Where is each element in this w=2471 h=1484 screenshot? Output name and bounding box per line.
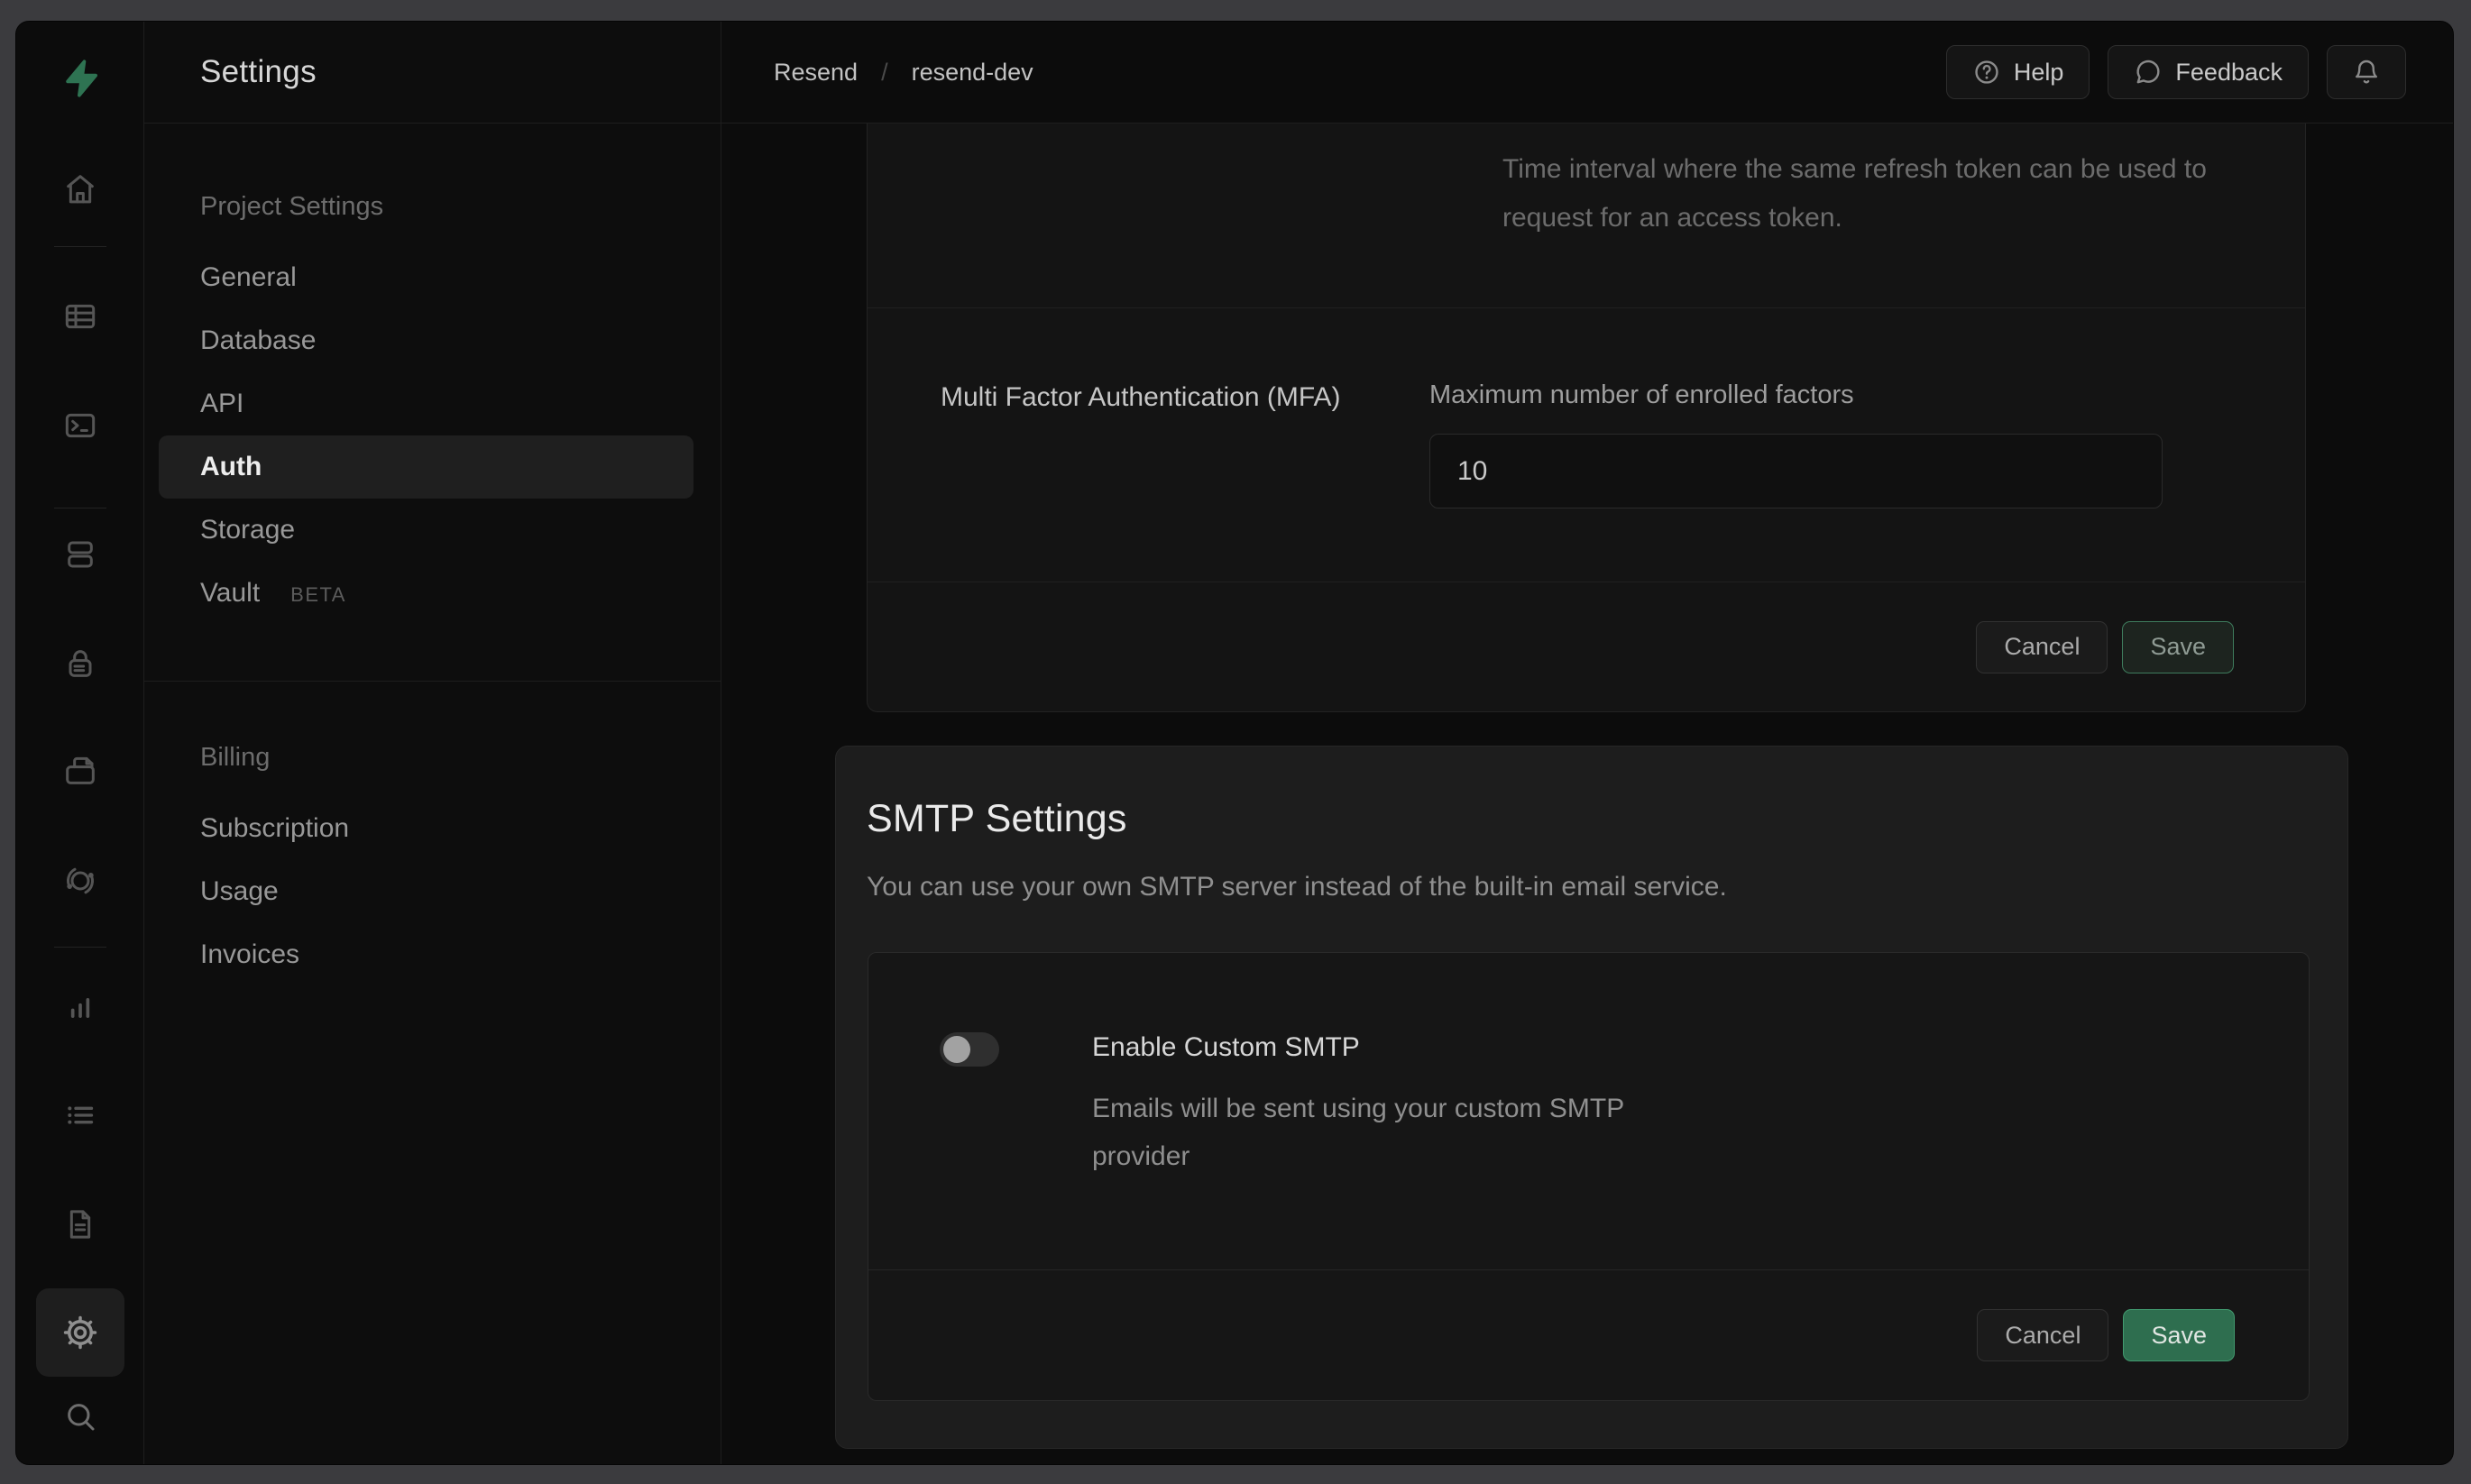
nav-item-usage[interactable]: Usage: [144, 860, 721, 923]
smtp-form-panel: Enable Custom SMTP Emails will be sent u…: [868, 952, 2310, 1401]
nav-item-subscription[interactable]: Subscription: [144, 797, 721, 860]
cancel-button[interactable]: Cancel: [1977, 1309, 2108, 1361]
feedback-icon: [2134, 58, 2163, 87]
cancel-button[interactable]: Cancel: [1976, 621, 2108, 673]
auth-lock-icon[interactable]: [62, 646, 98, 682]
nav-item-vault[interactable]: Vault BETA: [144, 562, 721, 625]
enable-custom-smtp-label: Enable Custom SMTP: [1092, 1032, 1723, 1063]
edge-functions-icon[interactable]: [62, 863, 98, 899]
auth-settings-card: Time interval where the same refresh tok…: [867, 124, 2306, 712]
refresh-token-description: Time interval where the same refresh tok…: [1502, 145, 2235, 243]
table-editor-icon[interactable]: [62, 298, 98, 334]
bell-icon: [2352, 58, 2381, 87]
notifications-button[interactable]: [2327, 45, 2406, 99]
nav-item-label: Vault: [200, 578, 260, 608]
logs-icon[interactable]: [62, 1097, 98, 1133]
nav-group-header-project-settings: Project Settings: [144, 181, 721, 232]
nav-item-storage[interactable]: Storage: [144, 499, 721, 562]
nav-group-header-billing: Billing: [144, 732, 721, 783]
mfa-field-label: Maximum number of enrolled factors: [1429, 380, 2163, 410]
mfa-max-factors-input[interactable]: [1429, 434, 2163, 508]
supabase-logo-icon[interactable]: [60, 58, 101, 99]
feedback-button-label: Feedback: [2175, 59, 2283, 87]
nav-item-database[interactable]: Database: [144, 309, 721, 372]
enable-custom-smtp-description: Emails will be sent using your custom SM…: [1092, 1085, 1723, 1180]
refresh-token-section: Time interval where the same refresh tok…: [868, 124, 2305, 308]
page-title: Settings: [200, 54, 317, 90]
rail-divider: [54, 947, 106, 948]
breadcrumb-separator: /: [881, 59, 888, 87]
save-button[interactable]: Save: [2122, 621, 2234, 673]
nav-item-auth[interactable]: Auth: [159, 435, 694, 499]
home-icon[interactable]: [62, 171, 98, 207]
breadcrumb-org[interactable]: Resend: [774, 59, 858, 87]
settings-panel-header: Settings: [144, 22, 721, 124]
main-area: Resend / resend-dev Help Feedback: [721, 22, 2453, 1464]
settings-icon[interactable]: [36, 1288, 124, 1377]
scroll-content[interactable]: Time interval where the same refresh tok…: [721, 124, 2453, 1464]
breadcrumb-project[interactable]: resend-dev: [912, 59, 1033, 87]
smtp-description: You can use your own SMTP server instead…: [867, 872, 2347, 902]
smtp-title: SMTP Settings: [867, 797, 2347, 841]
settings-nav-panel: Settings Project Settings General Databa…: [144, 22, 721, 1464]
toggle-knob: [943, 1036, 970, 1063]
sql-editor-icon[interactable]: [62, 408, 98, 444]
icon-rail: [16, 22, 144, 1464]
smtp-settings-card: SMTP Settings You can use your own SMTP …: [835, 746, 2348, 1449]
help-icon: [1972, 58, 2001, 87]
reports-icon[interactable]: [62, 990, 98, 1026]
docs-icon[interactable]: [62, 1206, 98, 1242]
mfa-section: Multi Factor Authentication (MFA) Maximu…: [868, 308, 2305, 582]
help-button-label: Help: [2014, 59, 2064, 87]
auth-card-footer: Cancel Save: [868, 582, 2305, 711]
save-button[interactable]: Save: [2123, 1309, 2235, 1361]
app-window: Settings Project Settings General Databa…: [16, 22, 2453, 1464]
smtp-card-footer: Cancel Save: [868, 1270, 2309, 1400]
breadcrumb: Resend / resend-dev: [774, 59, 1033, 87]
nav-item-invoices[interactable]: Invoices: [144, 923, 721, 986]
enable-custom-smtp-toggle[interactable]: [940, 1032, 999, 1067]
beta-badge: BETA: [290, 583, 346, 606]
feedback-button[interactable]: Feedback: [2108, 45, 2309, 99]
mfa-section-label: Multi Factor Authentication (MFA): [941, 308, 1429, 582]
nav-divider: [144, 681, 721, 682]
storage-icon[interactable]: [62, 753, 98, 789]
nav-item-general[interactable]: General: [144, 246, 721, 309]
database-icon[interactable]: [62, 536, 98, 573]
rail-divider: [54, 246, 106, 247]
help-button[interactable]: Help: [1946, 45, 2090, 99]
top-header: Resend / resend-dev Help Feedback: [721, 22, 2453, 124]
nav-item-api[interactable]: API: [144, 372, 721, 435]
search-icon[interactable]: [62, 1398, 98, 1434]
